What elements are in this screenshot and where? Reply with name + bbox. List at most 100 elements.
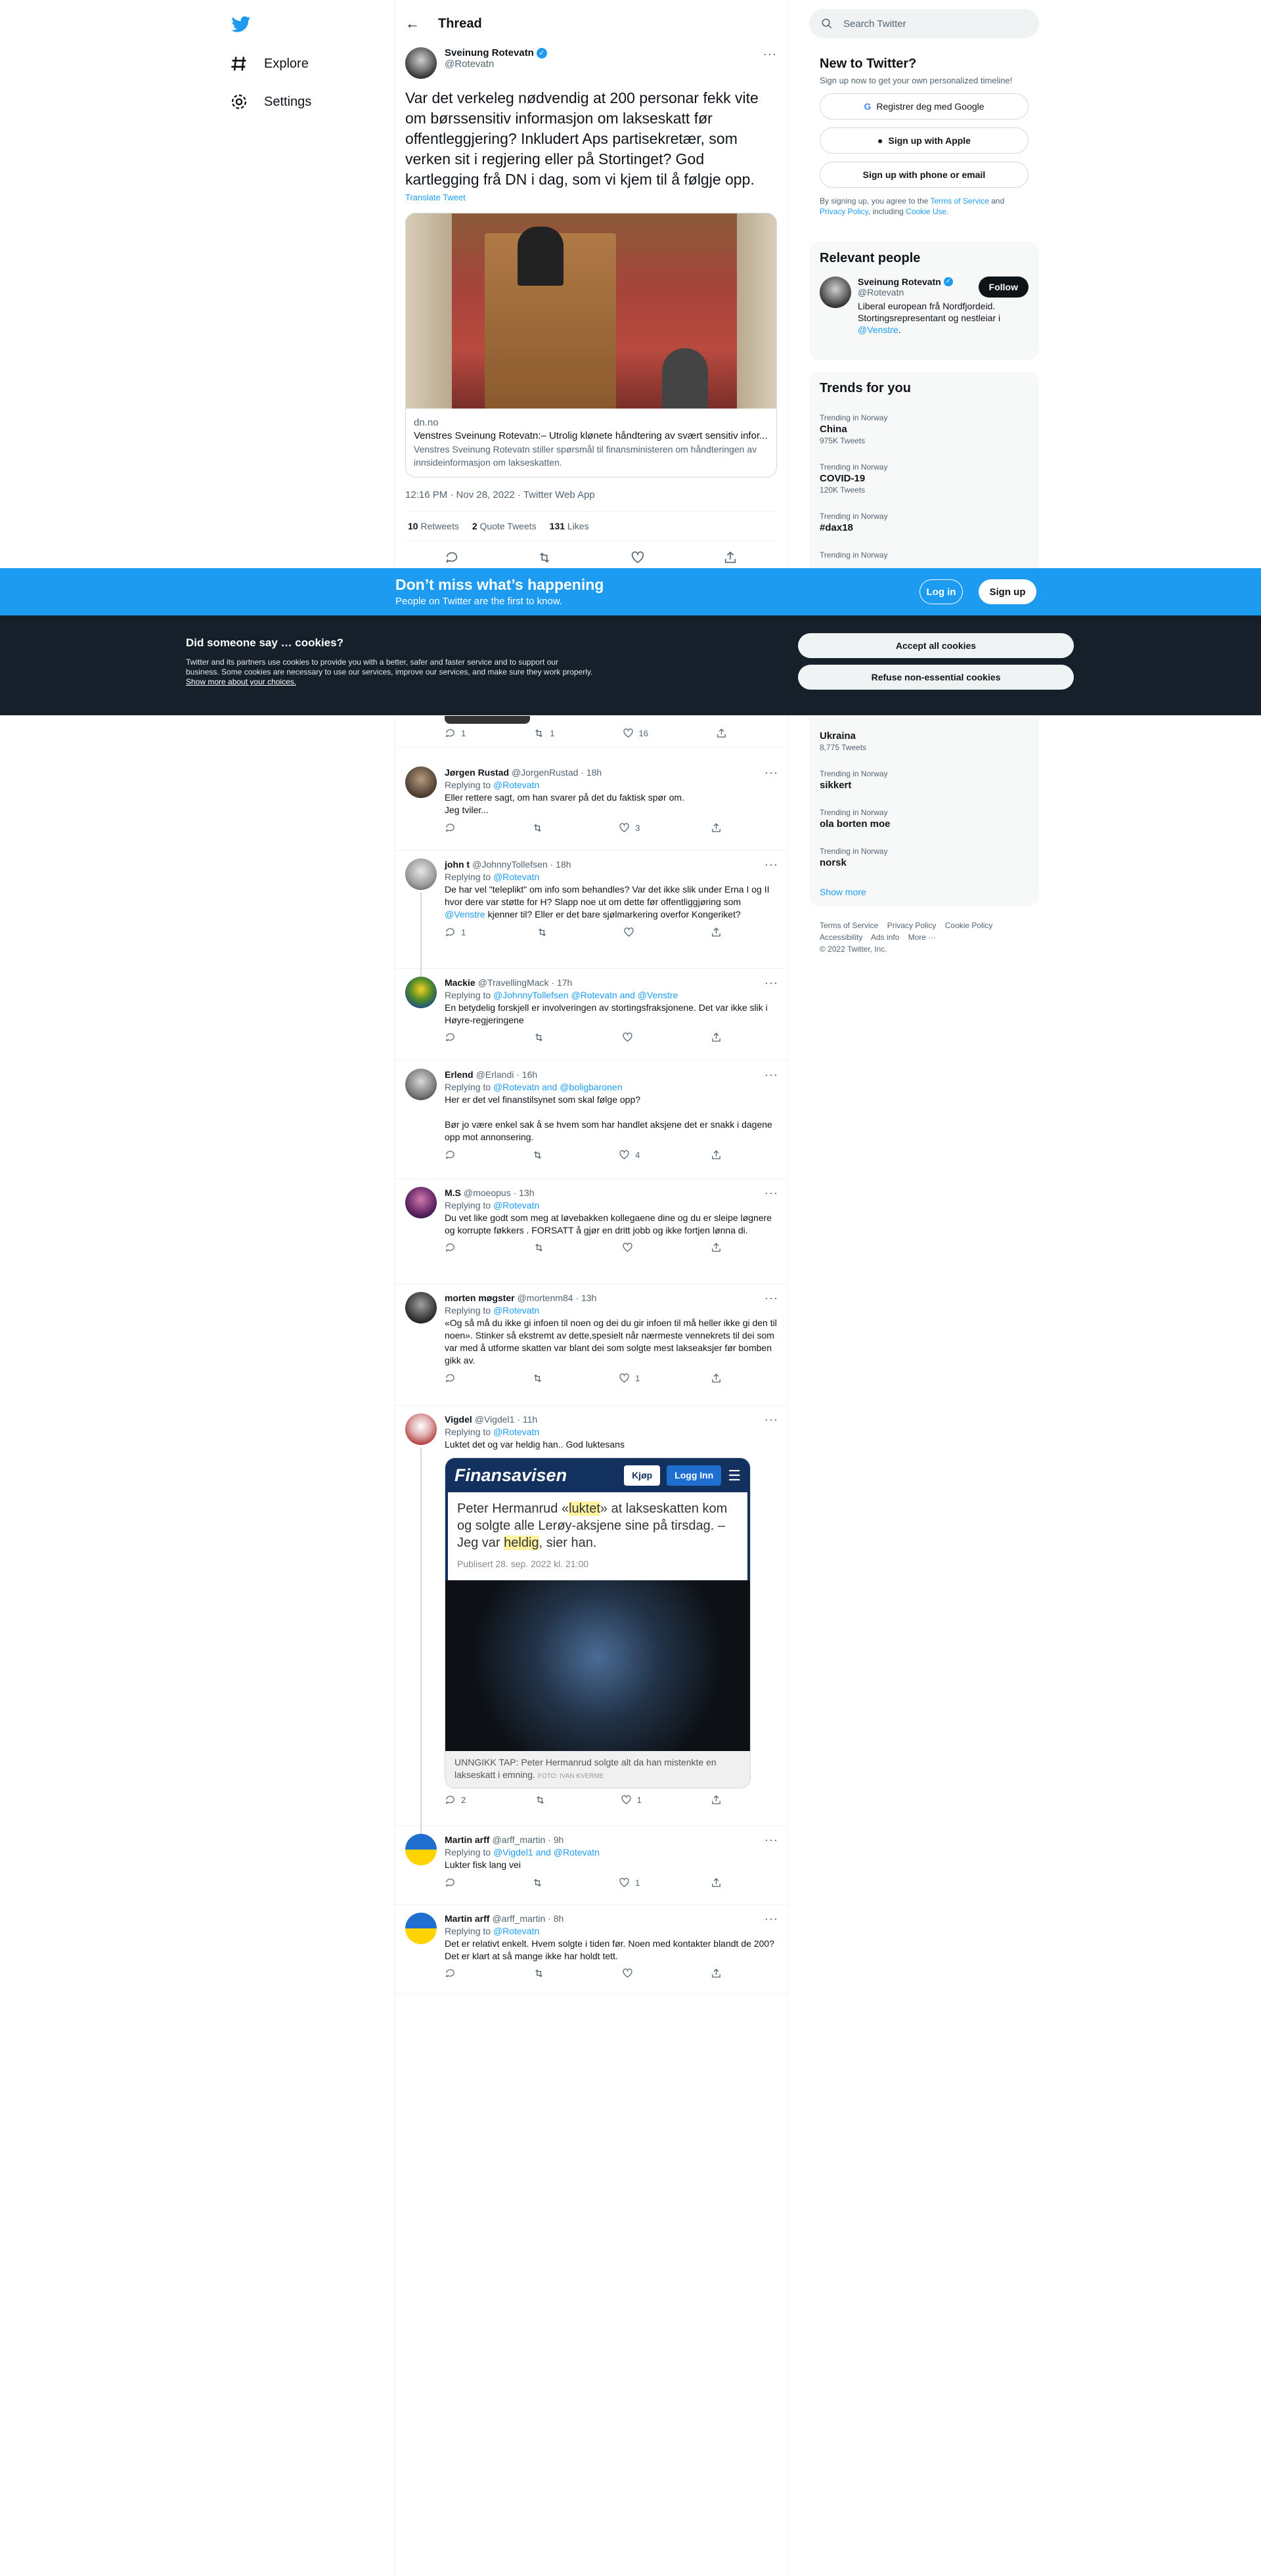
- like-icon[interactable]: [630, 550, 645, 565]
- reply-author-handle[interactable]: @Vigdel1 · 11h: [475, 1413, 537, 1426]
- replying-to-link[interactable]: @Rotevatn: [493, 780, 539, 790]
- avatar[interactable]: [405, 1913, 437, 1944]
- avatar[interactable]: [405, 1413, 437, 1445]
- reply-tweet[interactable]: john t @JohnnyTollefsen · 18h ··· Replying…: [395, 851, 789, 969]
- replying-to-link[interactable]: @Rotevatn: [493, 1427, 539, 1437]
- more-options-icon[interactable]: ···: [763, 47, 777, 61]
- accept-cookies-button[interactable]: Accept all cookies: [798, 633, 1074, 658]
- person-handle[interactable]: @Rotevatn: [858, 287, 953, 298]
- google-signup-button[interactable]: G Registrer deg med Google: [820, 93, 1029, 120]
- like-button[interactable]: 1: [621, 1794, 642, 1806]
- reply-author-name[interactable]: morten møgster: [445, 1292, 515, 1304]
- search-input[interactable]: Search Twitter: [809, 9, 1039, 38]
- reply-button[interactable]: 1: [445, 926, 466, 939]
- trend-item[interactable]: Trending in Norway COVID-19 120K Tweets: [820, 462, 1029, 495]
- reply-button[interactable]: [445, 1149, 461, 1161]
- back-arrow-icon[interactable]: ←: [405, 15, 420, 32]
- phone-signup-button[interactable]: Sign up with phone or email: [820, 162, 1029, 188]
- reply-tweet[interactable]: Erlend @Erlandi · 16h ··· Replying to @Rot…: [395, 1061, 789, 1179]
- follow-button[interactable]: Follow: [978, 277, 1029, 298]
- more-options-icon[interactable]: ···: [764, 1292, 778, 1304]
- replying-to-link[interactable]: @Rotevatn and @boligbaronen: [493, 1082, 623, 1092]
- footer-more[interactable]: More ···: [908, 933, 937, 942]
- retweet-button[interactable]: [533, 1968, 550, 1979]
- trend-item[interactable]: Ukraina 8,775 Tweets: [820, 730, 1030, 752]
- apple-signup-button[interactable]: ● Sign up with Apple: [820, 127, 1029, 154]
- privacy-link[interactable]: Privacy Policy: [820, 207, 868, 216]
- reply-button[interactable]: [445, 1032, 461, 1043]
- replying-to-link[interactable]: @Rotevatn: [493, 1200, 539, 1210]
- trend-item[interactable]: Trending in Norway norsk: [820, 847, 1030, 868]
- more-options-icon[interactable]: ···: [764, 1069, 778, 1081]
- like-button[interactable]: 16: [623, 728, 648, 739]
- quotes-count[interactable]: 2 Quote Tweets: [472, 521, 537, 531]
- reply-author-handle[interactable]: @moeopus · 13h: [464, 1187, 535, 1199]
- translate-link[interactable]: Translate Tweet: [405, 192, 777, 202]
- share-button[interactable]: [716, 728, 727, 739]
- replying-to-link[interactable]: @Rotevatn: [493, 1926, 539, 1936]
- share-button[interactable]: [711, 1968, 727, 1979]
- retweet-button[interactable]: 1: [533, 728, 554, 739]
- replying-to-link[interactable]: @Vigdel1 and @Rotevatn: [493, 1847, 600, 1857]
- reply-author-handle[interactable]: @TravellingMack · 17h: [478, 977, 573, 989]
- avatar[interactable]: [405, 977, 437, 1008]
- reply-button[interactable]: [445, 1876, 461, 1889]
- share-button[interactable]: [711, 1149, 727, 1161]
- reply-button[interactable]: [445, 1242, 461, 1253]
- retweet-button[interactable]: [532, 822, 548, 834]
- reply-tweet[interactable]: Jørgen Rustad @JorgenRustad · 18h ··· Repl…: [395, 759, 789, 851]
- share-button[interactable]: [711, 822, 727, 834]
- like-button[interactable]: 3: [619, 822, 640, 834]
- retweets-count[interactable]: 10 Retweets: [408, 521, 459, 531]
- more-options-icon[interactable]: ···: [764, 1187, 778, 1199]
- refuse-cookies-button[interactable]: Refuse non-essential cookies: [798, 665, 1074, 690]
- twitter-logo-icon[interactable]: [231, 14, 251, 34]
- more-options-icon[interactable]: ···: [764, 858, 778, 871]
- nav-settings[interactable]: Settings: [230, 85, 311, 118]
- share-button[interactable]: [711, 1794, 727, 1806]
- trend-item[interactable]: Trending in Norway sikkert: [820, 769, 1030, 791]
- footer-cookie[interactable]: Cookie Policy: [945, 921, 993, 930]
- like-button[interactable]: [622, 1968, 638, 1979]
- share-button[interactable]: [711, 1242, 727, 1253]
- reply-author-name[interactable]: Jørgen Rustad: [445, 766, 509, 779]
- reply-author-name[interactable]: Martin arff: [445, 1913, 489, 1925]
- share-button[interactable]: [711, 1876, 727, 1889]
- retweet-button[interactable]: [532, 1372, 548, 1385]
- footer-ads[interactable]: Ads info: [871, 933, 899, 942]
- retweet-button[interactable]: [535, 1794, 551, 1806]
- trend-item[interactable]: Trending in Norway: [820, 550, 1029, 560]
- avatar[interactable]: [820, 277, 851, 308]
- footer-tos[interactable]: Terms of Service: [820, 921, 878, 930]
- retweet-button[interactable]: [532, 1876, 548, 1889]
- tos-link[interactable]: Terms of Service: [931, 196, 989, 206]
- reply-author-handle[interactable]: @JohnnyTollefsen · 18h: [472, 858, 571, 871]
- footer-privacy[interactable]: Privacy Policy: [887, 921, 937, 930]
- avatar[interactable]: [405, 1292, 437, 1323]
- reply-author-name[interactable]: john t: [445, 858, 470, 871]
- mention-link[interactable]: @Venstre: [445, 909, 485, 920]
- reply-tweet[interactable]: Martin arff @arff_martin · 9h ··· Replying…: [395, 1826, 789, 1905]
- reply-tweet[interactable]: M.S @moeopus · 13h ··· Replying to @Roteva…: [395, 1179, 789, 1284]
- avatar[interactable]: [405, 1834, 437, 1865]
- login-button[interactable]: Log in: [919, 579, 963, 604]
- retweet-button[interactable]: [533, 1242, 550, 1253]
- reply-button[interactable]: [445, 1372, 461, 1385]
- more-options-icon[interactable]: ···: [764, 1413, 778, 1426]
- venstre-link[interactable]: @Venstre: [858, 324, 898, 335]
- share-button[interactable]: [711, 1032, 727, 1043]
- cookie-more-link[interactable]: Show more about your choices.: [186, 677, 296, 686]
- replying-to-link[interactable]: @Rotevatn: [493, 872, 539, 882]
- reply-author-name[interactable]: Martin arff: [445, 1834, 489, 1846]
- reply-tweet[interactable]: morten møgster @mortenm84 · 13h ··· Replyi…: [395, 1284, 789, 1406]
- replying-to-link[interactable]: @JohnnyTollefsen @Rotevatn and @Venstre: [493, 990, 678, 1000]
- like-button[interactable]: 1: [619, 1372, 640, 1385]
- share-icon[interactable]: [723, 550, 738, 565]
- like-button[interactable]: 1: [619, 1876, 640, 1889]
- avatar[interactable]: [405, 766, 437, 798]
- retweet-icon[interactable]: [537, 550, 552, 565]
- reply-author-handle[interactable]: @arff_martin · 8h: [492, 1913, 564, 1925]
- avatar[interactable]: [405, 858, 437, 890]
- footer-accessibility[interactable]: Accessibility: [820, 933, 862, 942]
- reply-author-name[interactable]: Mackie: [445, 977, 476, 989]
